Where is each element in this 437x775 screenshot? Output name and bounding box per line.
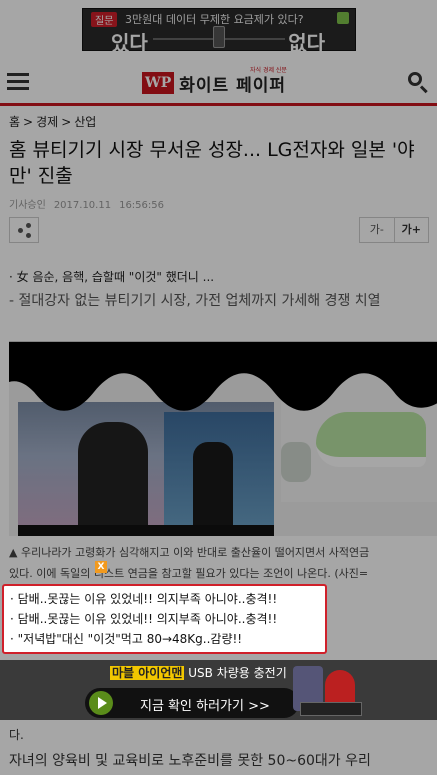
chevron-right-icon: > — [61, 115, 72, 129]
bottom-ad-banner[interactable]: 마블 아이언맨 USB 차량용 충전기 지금 확인 하러가기 >> — [0, 660, 437, 720]
time-value: 16:56:56 — [119, 200, 164, 211]
font-increase-button[interactable]: 가+ — [393, 218, 429, 242]
article-title: 홈 뷰티기기 시장 무서운 성장... LG전자와 일본 '야만' 진출 — [9, 139, 415, 187]
ad-title: 마블 아이언맨 USB 차량용 충전기 — [110, 664, 287, 681]
popup-link[interactable]: · 담배..못끊는 이유 있었네!! 의지부족 아니야..충격!! — [10, 589, 319, 609]
menu-icon[interactable] — [7, 73, 29, 91]
font-size-controls: 가- 가+ — [359, 217, 429, 243]
breadcrumb-industry[interactable]: 산업 — [74, 115, 96, 129]
popup-link[interactable]: · "저녁밥"대신 "이것"먹고 80→48Kg..감량!! — [10, 629, 319, 649]
article-photo — [9, 341, 437, 536]
caption-line: 있다. 이에 독일의 리스트 연금을 참고할 필요가 있다는 조언이 나온다. … — [9, 567, 369, 580]
site-logo[interactable]: WP 화이트 페이퍼 자식 경제 신문 — [142, 67, 287, 97]
ad-yes-option[interactable]: 있다 — [111, 27, 148, 56]
site-header: WP 화이트 페이퍼 자식 경제 신문 — [0, 62, 437, 106]
breadcrumb: 홈 > 경제 > 산업 — [9, 113, 96, 130]
date-value: 2017.10.11 — [53, 200, 112, 211]
ad-question: 3만원대 데이터 무제한 요금제가 있다? — [125, 13, 304, 26]
article-date: 기사승인 2017.10.11 16:56:56 — [9, 196, 172, 211]
ad-title-rest: USB 차량용 충전기 — [188, 666, 287, 680]
font-decrease-button[interactable]: 가- — [360, 218, 394, 242]
body-fragment: 다. — [9, 728, 24, 742]
related-link[interactable]: · 女 음순, 음핵, 습할때 "이것" 했더니 ... — [9, 268, 214, 285]
torn-edge-overlay — [9, 342, 437, 411]
breadcrumb-economy[interactable]: 경제 — [36, 115, 58, 129]
product-image — [300, 702, 362, 716]
caption-line: ▲ 우리나라가 고령화가 심각해지고 이와 반대로 출산율이 떨어지면서 사적연… — [9, 546, 370, 559]
share-icon[interactable] — [9, 217, 39, 243]
ad-no-option[interactable]: 없다 — [288, 27, 325, 56]
article-summary: - 절대강자 없는 뷰티기기 시장, 가전 업체까지 가세해 경쟁 치열 — [9, 293, 381, 309]
logo-mark: WP — [142, 72, 175, 94]
play-icon — [89, 691, 113, 715]
popup-link[interactable]: · 담배..못끊는 이유 있었네!! 의지부족 아니야..충격!! — [10, 609, 319, 629]
ad-cta-button[interactable]: 지금 확인 하러가기 >> — [85, 688, 299, 718]
logo-name: 화이트 페이퍼 — [179, 75, 287, 96]
popup-link-box: · 담배..못끊는 이유 있었네!! 의지부족 아니야..충격!! · 담배..… — [2, 584, 327, 654]
close-icon[interactable]: X — [95, 561, 107, 573]
chevron-right-icon: > — [23, 115, 34, 129]
ad-cta-label: 지금 확인 하러가기 >> — [140, 699, 270, 714]
article-body: 자녀의 양육비 및 교육비로 노후준비를 못한 50~60대가 우리 — [9, 753, 371, 769]
date-label: 기사승인 — [9, 200, 46, 211]
photo-caption: ▲ 우리나라가 고령화가 심각해지고 이와 반대로 출산율이 떨어지면서 사적연… — [9, 542, 437, 584]
breadcrumb-home[interactable]: 홈 — [9, 115, 20, 129]
search-icon[interactable] — [407, 71, 429, 94]
photo-silhouette — [18, 402, 274, 536]
ad-logo-icon — [337, 12, 349, 24]
phone-icon — [213, 26, 225, 48]
question-badge: 질문 — [91, 12, 118, 27]
ad-title-highlight: 마블 아이언맨 — [110, 666, 185, 680]
logo-tagline: 자식 경제 신문 — [250, 67, 287, 74]
top-ad-banner[interactable]: 질문 3만원대 데이터 무제한 요금제가 있다? 있다 없다 — [82, 8, 356, 55]
